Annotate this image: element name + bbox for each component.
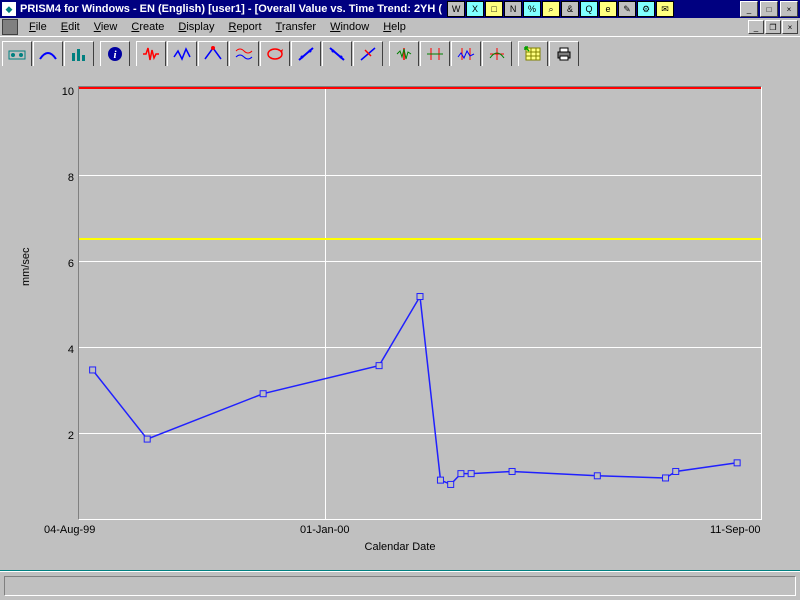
x-tick-right: 11-Sep-00 [710, 524, 761, 536]
tool-machine-icon[interactable] [2, 41, 32, 67]
statusbar [0, 571, 800, 600]
tool-slash-up-icon[interactable] [291, 41, 321, 67]
tray-icon[interactable]: e [599, 1, 617, 17]
mdi-system-icon[interactable] [2, 19, 18, 35]
tray-icon[interactable]: Q [580, 1, 598, 17]
data-series [79, 87, 761, 519]
mdi-restore-button[interactable]: ❐ [765, 20, 781, 34]
tool-sweep-icon[interactable] [33, 41, 63, 67]
close-button[interactable]: × [780, 1, 798, 17]
tray-icon[interactable]: W [447, 1, 465, 17]
tray-icon[interactable]: □ [485, 1, 503, 17]
tool-arrows-4-icon[interactable] [482, 41, 512, 67]
menu-transfer[interactable]: Transfer [269, 20, 324, 34]
tool-loop-icon[interactable] [260, 41, 290, 67]
tool-slash-down-icon[interactable] [322, 41, 352, 67]
menu-edit[interactable]: Edit [54, 20, 87, 34]
mdi-close-button[interactable]: × [782, 20, 798, 34]
tool-dual-wave-icon[interactable] [229, 41, 259, 67]
tool-bars-icon[interactable] [64, 41, 94, 67]
tool-grid-icon[interactable] [518, 41, 548, 67]
x-axis-label: Calendar Date [0, 541, 800, 553]
y-tick: 10 [44, 86, 74, 98]
tool-peak-icon[interactable] [198, 41, 228, 67]
maximize-button[interactable]: □ [760, 1, 778, 17]
tray-icon[interactable]: % [523, 1, 541, 17]
menu-file[interactable]: File [22, 20, 54, 34]
tray-icon[interactable]: N [504, 1, 522, 17]
minimize-button[interactable]: _ [740, 1, 758, 17]
menu-window[interactable]: Window [323, 20, 376, 34]
y-tick: 8 [44, 172, 74, 184]
menu-help[interactable]: Help [376, 20, 413, 34]
chart-area: mm/sec Calendar Date 2 4 6 8 10 04-Aug-9… [0, 66, 800, 570]
menubar: FileEditViewCreateDisplayReportTransferW… [0, 18, 800, 36]
tray-icon[interactable]: ✉ [656, 1, 674, 17]
window-title: PRISM4 for Windows - EN (English) [user1… [20, 3, 442, 15]
mdi-window-controls: _ ❐ × [747, 20, 798, 34]
y-tick: 6 [44, 258, 74, 270]
window-controls: _ □ × [738, 1, 798, 17]
tray-icon[interactable]: ✎ [618, 1, 636, 17]
app-icon: ◆ [2, 2, 16, 16]
tool-slash-x-icon[interactable] [353, 41, 383, 67]
tool-info-icon[interactable]: i [100, 41, 130, 67]
y-tick: 4 [44, 344, 74, 356]
menu-view[interactable]: View [87, 20, 125, 34]
tool-arrows-2-icon[interactable] [420, 41, 450, 67]
menu-display[interactable]: Display [171, 20, 221, 34]
tray-icon[interactable]: ⚙ [637, 1, 655, 17]
tool-arrows-3-icon[interactable] [451, 41, 481, 67]
status-pane [4, 576, 796, 596]
x-tick-left: 04-Aug-99 [44, 524, 95, 536]
tool-print-icon[interactable] [549, 41, 579, 67]
menu-create[interactable]: Create [124, 20, 171, 34]
tray-icon[interactable]: X [466, 1, 484, 17]
y-tick: 2 [44, 430, 74, 442]
tray: WX□N%⌕&Qe✎⚙✉ [446, 1, 674, 17]
tool-wave-red-icon[interactable] [136, 41, 166, 67]
plot-canvas[interactable] [78, 86, 762, 520]
tray-icon[interactable]: & [561, 1, 579, 17]
x-tick-mid: 01-Jan-00 [300, 524, 350, 536]
tool-wave-blue-icon[interactable] [167, 41, 197, 67]
y-axis-label: mm/sec [20, 248, 32, 287]
menu-report[interactable]: Report [221, 20, 268, 34]
mdi-minimize-button[interactable]: _ [748, 20, 764, 34]
titlebar: ◆ PRISM4 for Windows - EN (English) [use… [0, 0, 800, 18]
tool-arrows-1-icon[interactable] [389, 41, 419, 67]
tray-icon[interactable]: ⌕ [542, 1, 560, 17]
